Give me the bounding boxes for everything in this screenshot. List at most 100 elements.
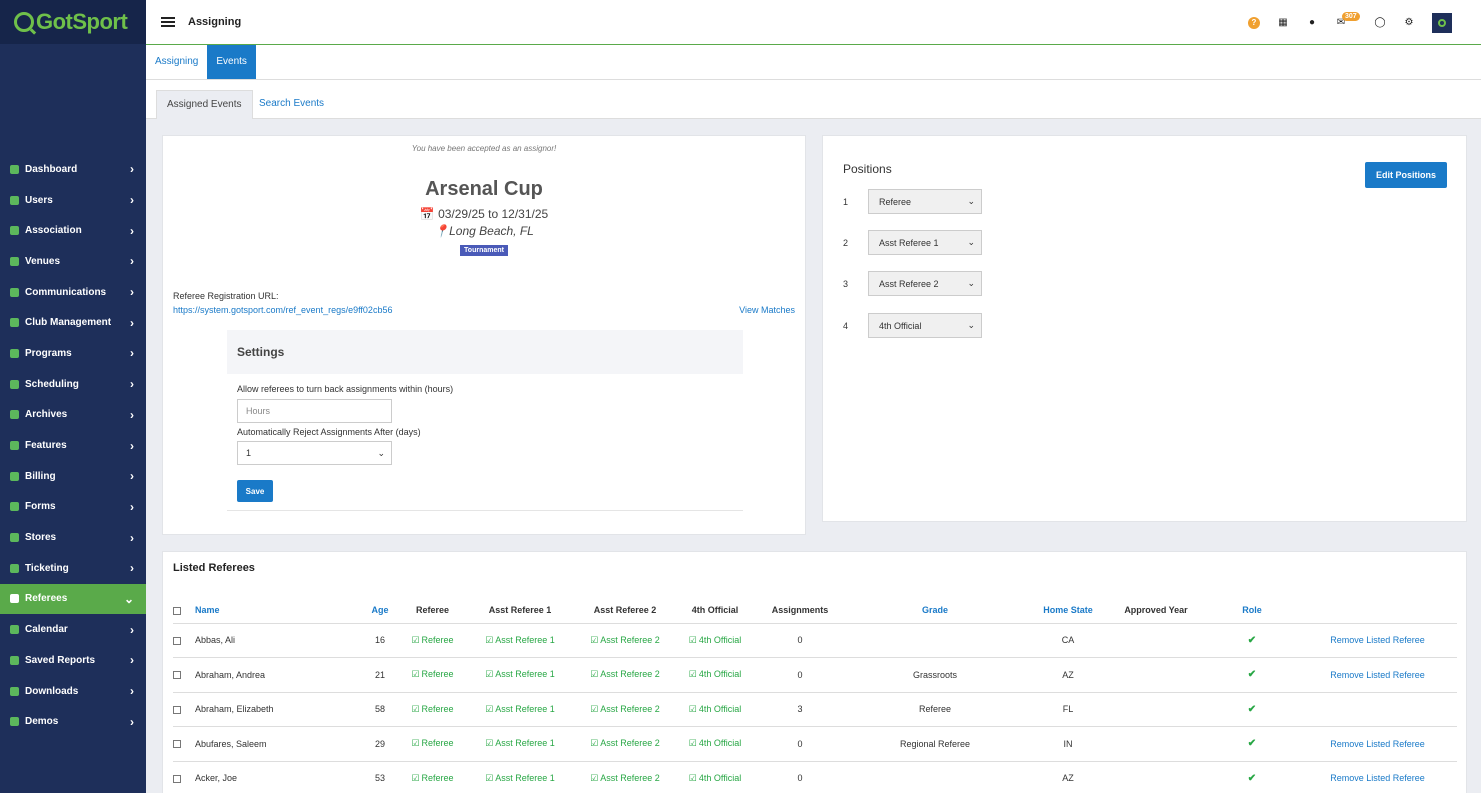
- mail-icon[interactable]: ✉ 307: [1335, 11, 1360, 29]
- select-all-checkbox[interactable]: [173, 606, 181, 615]
- fourth-official-tag[interactable]: 4th Official: [689, 704, 741, 714]
- sidebar-item-label: Saved Reports: [25, 654, 96, 666]
- fourth-official-tag[interactable]: 4th Official: [689, 738, 741, 748]
- ar1-position-tag[interactable]: Asst Referee 1: [485, 669, 555, 679]
- menu-icon[interactable]: [161, 17, 175, 27]
- tab-events[interactable]: Events: [207, 45, 256, 79]
- sidebar-item-label: Forms: [25, 501, 56, 513]
- sidebar-item-communications[interactable]: Communications ›: [0, 277, 146, 308]
- sidebar-item-stores[interactable]: Stores ›: [0, 522, 146, 553]
- topbar-icons: ? ▦ ● ✉ 307 ◯ ⚙: [1248, 0, 1481, 45]
- view-matches-link[interactable]: View Matches: [739, 305, 795, 315]
- sidebar-item-dashboard[interactable]: Dashboard ›: [0, 154, 146, 185]
- sidebar-item-label: Ticketing: [25, 562, 69, 574]
- col-grade[interactable]: Grade: [840, 598, 1030, 624]
- logo[interactable]: GotSport: [0, 0, 146, 44]
- edit-positions-button[interactable]: Edit Positions: [1365, 162, 1447, 188]
- fourth-official-tag[interactable]: 4th Official: [689, 669, 741, 679]
- features-icon: [10, 441, 19, 451]
- sidebar-item-association[interactable]: Association ›: [0, 215, 146, 246]
- col-age[interactable]: Age: [355, 598, 405, 624]
- tab-assigned-events[interactable]: Assigned Events: [156, 90, 253, 119]
- row-checkbox[interactable]: [173, 671, 181, 680]
- event-card: You have been accepted as an assignor! A…: [162, 135, 806, 535]
- position-value: Asst Referee 2: [879, 278, 939, 289]
- chevron-right-icon: ›: [130, 377, 134, 392]
- reg-url-link[interactable]: https://system.gotsport.com/ref_event_re…: [173, 305, 392, 315]
- ar1-position-tag[interactable]: Asst Referee 1: [485, 738, 555, 748]
- referee-age: 21: [355, 657, 405, 693]
- ar2-position-tag[interactable]: Asst Referee 2: [590, 704, 660, 714]
- referee-position-tag[interactable]: Referee: [411, 704, 453, 714]
- col-role[interactable]: Role: [1206, 598, 1298, 624]
- fourth-official-tag[interactable]: 4th Official: [689, 635, 741, 645]
- tab-search-events[interactable]: Search Events: [249, 90, 334, 119]
- sidebar-item-label: Features: [25, 440, 67, 452]
- positions-card: Positions Edit Positions 1 Referee ⌄ 2 Asst …: [822, 135, 1467, 522]
- sidebar-item-saved-reports[interactable]: Saved Reports ›: [0, 645, 146, 676]
- sidebar-item-ticketing[interactable]: Ticketing ›: [0, 553, 146, 584]
- remove-listed-referee-link[interactable]: Remove Listed Referee: [1330, 670, 1425, 680]
- referee-position-tag[interactable]: Referee: [411, 635, 453, 645]
- sidebar-item-forms[interactable]: Forms ›: [0, 492, 146, 523]
- venues-icon: [10, 256, 19, 266]
- sidebar-item-label: Calendar: [25, 624, 68, 636]
- referee-position-tag[interactable]: Referee: [411, 669, 453, 679]
- ar1-position-tag[interactable]: Asst Referee 1: [485, 704, 555, 714]
- sidebar-item-venues[interactable]: Venues ›: [0, 246, 146, 277]
- referee-home-state: CA: [1030, 623, 1106, 658]
- account-icon[interactable]: [1432, 12, 1452, 33]
- row-checkbox[interactable]: [173, 636, 181, 645]
- user-icon[interactable]: ●: [1306, 17, 1318, 29]
- sidebar-item-club-management[interactable]: Club Management ›: [0, 307, 146, 338]
- col-name[interactable]: Name: [195, 598, 355, 624]
- sidebar-item-archives[interactable]: Archives ›: [0, 400, 146, 431]
- tab-assigning[interactable]: Assigning: [146, 45, 207, 79]
- chevron-right-icon: ›: [130, 622, 134, 637]
- ar2-position-tag[interactable]: Asst Referee 2: [590, 738, 660, 748]
- sidebar-item-users[interactable]: Users ›: [0, 185, 146, 216]
- sidebar-item-features[interactable]: Features ›: [0, 430, 146, 461]
- programs-icon: [10, 348, 19, 358]
- referee-age: 16: [355, 623, 405, 658]
- position-select[interactable]: Asst Referee 2 ⌄: [868, 271, 982, 296]
- sidebar-item-billing[interactable]: Billing ›: [0, 461, 146, 492]
- sidebar-item-scheduling[interactable]: Scheduling ›: [0, 369, 146, 400]
- remove-listed-referee-link[interactable]: Remove Listed Referee: [1330, 635, 1425, 645]
- position-select[interactable]: Asst Referee 1 ⌄: [868, 230, 982, 255]
- referee-assignments: 0: [760, 623, 840, 658]
- grid-icon[interactable]: ▦: [1277, 17, 1289, 29]
- position-select[interactable]: Referee ⌄: [868, 189, 982, 214]
- chat-icon[interactable]: ◯: [1374, 17, 1386, 29]
- row-checkbox[interactable]: [173, 774, 181, 783]
- remove-listed-referee-link[interactable]: Remove Listed Referee: [1330, 773, 1425, 783]
- reject-days-select[interactable]: 1 ⌄: [237, 441, 392, 465]
- ar1-position-tag[interactable]: Asst Referee 1: [485, 635, 555, 645]
- sidebar-item-referees[interactable]: Referees ⌄: [0, 583, 146, 615]
- gear-icon[interactable]: ⚙: [1403, 17, 1415, 29]
- sidebar-item-label: Dashboard: [25, 163, 78, 175]
- ar2-position-tag[interactable]: Asst Referee 2: [590, 669, 660, 679]
- sidebar-item-downloads[interactable]: Downloads ›: [0, 676, 146, 707]
- turnback-hours-input[interactable]: [237, 399, 392, 423]
- position-select[interactable]: 4th Official ⌄: [868, 313, 982, 338]
- referee-position-tag[interactable]: Referee: [411, 738, 453, 748]
- row-checkbox[interactable]: [173, 740, 181, 749]
- fourth-official-tag[interactable]: 4th Official: [689, 773, 741, 783]
- ar2-position-tag[interactable]: Asst Referee 2: [590, 773, 660, 783]
- sidebar-item-programs[interactable]: Programs ›: [0, 338, 146, 369]
- ar1-position-tag[interactable]: Asst Referee 1: [485, 773, 555, 783]
- position-number: 4: [843, 320, 849, 331]
- row-checkbox[interactable]: [173, 705, 181, 714]
- save-button[interactable]: Save: [237, 480, 273, 502]
- mail-count-badge: 307: [1342, 11, 1360, 21]
- sidebar-item-demos[interactable]: Demos ›: [0, 706, 146, 737]
- ar2-position-tag[interactable]: Asst Referee 2: [590, 635, 660, 645]
- col-home-state[interactable]: Home State: [1030, 598, 1106, 624]
- sidebar-item-calendar[interactable]: Calendar ›: [0, 614, 146, 645]
- settings-title: Settings: [227, 330, 743, 374]
- referee-position-tag[interactable]: Referee: [411, 773, 453, 783]
- remove-listed-referee-link[interactable]: Remove Listed Referee: [1330, 739, 1425, 749]
- help-icon[interactable]: ?: [1248, 16, 1260, 29]
- chevron-down-icon: ⌄: [967, 278, 975, 288]
